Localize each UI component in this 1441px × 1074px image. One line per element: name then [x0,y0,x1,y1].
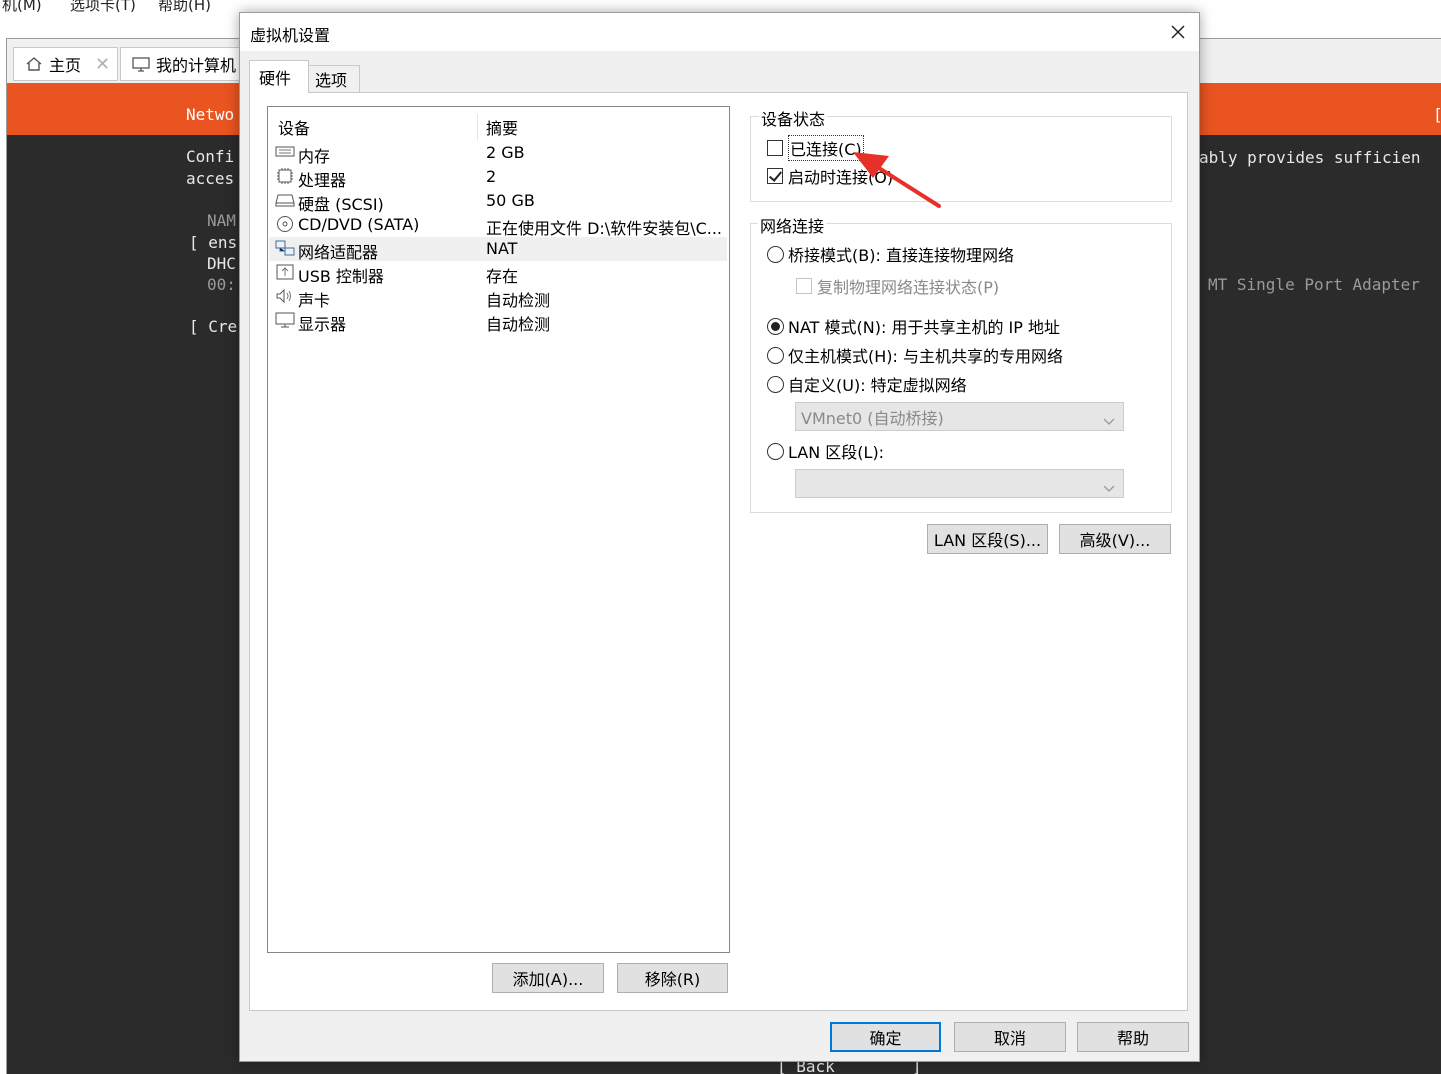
device-column-header[interactable]: 设备 [278,115,310,139]
tab-hardware[interactable]: 硬件 [249,60,309,93]
network-connection-title: 网络连接 [758,213,827,237]
vm-header-title: Netwo [186,105,235,124]
bridged-mode-radio-circle[interactable] [767,245,784,263]
hard-disk-icon [275,191,295,209]
cd-dvd-icon [275,215,295,233]
vm-text-line: NAM [207,211,236,230]
bridged-mode-label: 桥接模式(B): 直接连接物理网络 [788,246,1014,265]
custom-network-select[interactable]: VMnet0 (自动桥接) [795,402,1124,431]
vm-text-line: acces [186,169,235,188]
vm-text-line: MT Single Port Adapter [1208,275,1420,294]
device-list-header: 设备 摘要 [269,113,727,141]
help-button[interactable]: 帮助 [1077,1022,1189,1052]
home-icon [24,54,44,74]
sound-icon [275,287,295,305]
device-name: 处理器 [298,171,347,190]
close-icon[interactable] [1163,17,1193,47]
menu-vm[interactable]: 机(M) [2,0,42,15]
column-separator [477,114,478,141]
dialog-title: 虚拟机设置 [250,26,331,45]
device-row-cd-dvd[interactable]: CD/DVD (SATA) 正在使用文件 D:\软件安装包\C... [269,213,727,238]
menu-tabs[interactable]: 选项卡(T) [70,0,136,15]
memory-icon [275,143,295,161]
vm-text-line: [ Cre [189,317,238,336]
advanced-button[interactable]: 高级(V)... [1059,524,1171,554]
device-name: 网络适配器 [298,243,379,262]
chevron-down-icon [1103,411,1115,430]
device-name: 硬盘 (SCSI) [298,195,384,214]
replicate-state-box[interactable] [796,278,812,294]
device-row-sound[interactable]: 声卡 自动检测 [269,285,727,310]
device-name: USB 控制器 [298,267,384,286]
device-summary: 存在 [486,267,519,286]
remove-device-button[interactable]: 移除(R) [617,963,728,993]
nat-mode-radio[interactable]: NAT 模式(N): 用于共享主机的 IP 地址 [767,314,1060,338]
device-summary: 自动检测 [486,291,551,310]
device-summary: NAT [486,239,518,258]
tab-home[interactable]: 主页 ✕ [13,47,118,81]
device-name: CD/DVD (SATA) [298,215,420,234]
vm-text-line: DHC [207,254,236,273]
close-icon[interactable]: ✕ [95,54,110,75]
device-summary: 正在使用文件 D:\软件安装包\C... [486,219,723,238]
host-only-label: 仅主机模式(H): 与主机共享的专用网络 [788,347,1063,366]
custom-network-value: VMnet0 (自动桥接) [801,408,944,428]
summary-column-header[interactable]: 摘要 [486,115,724,139]
menu-help[interactable]: 帮助(H) [158,0,211,15]
device-row-usb[interactable]: USB 控制器 存在 [269,261,727,286]
device-row-display[interactable]: 显示器 自动检测 [269,309,727,334]
vm-settings-dialog: 虚拟机设置 硬件 选项 设备 摘要 内存 2 GB 处理器 2 硬盘 (SCSI… [239,12,1200,1062]
vm-text-line: ably provides sufficien [1199,148,1421,167]
nat-mode-label: NAT 模式(N): 用于共享主机的 IP 地址 [788,318,1061,337]
device-summary: 2 GB [486,143,525,162]
ok-button[interactable]: 确定 [830,1022,941,1052]
tab-options[interactable]: 选项 [308,65,360,93]
connect-at-power-on-box[interactable] [767,168,783,184]
vm-text-line: Confi [186,147,235,166]
device-status-title: 设备状态 [759,106,828,130]
lan-segment-label: LAN 区段(L): [788,443,885,462]
lan-segment-select[interactable] [795,469,1124,498]
display-icon [275,311,295,329]
connected-checkbox-box[interactable] [767,140,783,156]
custom-network-radio-circle[interactable] [767,375,784,393]
computer-icon [131,54,151,74]
chevron-down-icon [1103,478,1115,497]
tab-my-computer-label: 我的计算机 [156,56,237,75]
device-summary: 自动检测 [486,315,551,334]
device-name: 显示器 [298,315,347,334]
lan-segment-radio[interactable]: LAN 区段(L): [767,439,884,463]
device-summary: 50 GB [486,191,535,210]
add-device-button[interactable]: 添加(A)... [492,963,604,993]
bridged-mode-radio[interactable]: 桥接模式(B): 直接连接物理网络 [767,242,1014,266]
device-row-processor[interactable]: 处理器 2 [269,165,727,190]
custom-network-radio[interactable]: 自定义(U): 特定虚拟网络 [767,372,967,396]
device-row-memory[interactable]: 内存 2 GB [269,141,727,166]
device-name: 内存 [298,147,331,166]
lan-segments-button[interactable]: LAN 区段(S)... [927,524,1048,554]
host-only-radio-circle[interactable] [767,346,784,364]
device-row-network-adapter[interactable]: 网络适配器 NAT [269,237,727,262]
lan-segment-radio-circle[interactable] [767,442,784,460]
dialog-titlebar: 虚拟机设置 [240,13,1199,51]
annotation-arrow-icon [853,152,941,208]
vm-text-line: 00: [207,275,236,294]
device-row-hard-disk[interactable]: 硬盘 (SCSI) 50 GB [269,189,727,214]
usb-icon [275,263,295,281]
tab-my-computer[interactable]: 我的计算机 [120,47,245,81]
tab-home-label: 主页 [49,56,82,75]
nat-mode-radio-circle[interactable] [767,317,784,335]
network-adapter-icon [275,239,295,257]
vm-text-line: [ ens [189,233,238,252]
cancel-button[interactable]: 取消 [954,1022,1066,1052]
replicate-state-checkbox[interactable]: 复制物理网络连接状态(P) [796,274,999,298]
replicate-state-label: 复制物理网络连接状态(P) [817,278,1000,297]
device-name: 声卡 [298,291,331,310]
device-list[interactable]: 设备 摘要 内存 2 GB 处理器 2 硬盘 (SCSI) 50 GB CD/D… [267,106,730,953]
custom-network-label: 自定义(U): 特定虚拟网络 [788,376,967,395]
vm-header-right: [ [1433,105,1441,124]
cpu-icon [275,167,295,185]
host-only-radio[interactable]: 仅主机模式(H): 与主机共享的专用网络 [767,343,1063,367]
device-summary: 2 [486,167,497,186]
